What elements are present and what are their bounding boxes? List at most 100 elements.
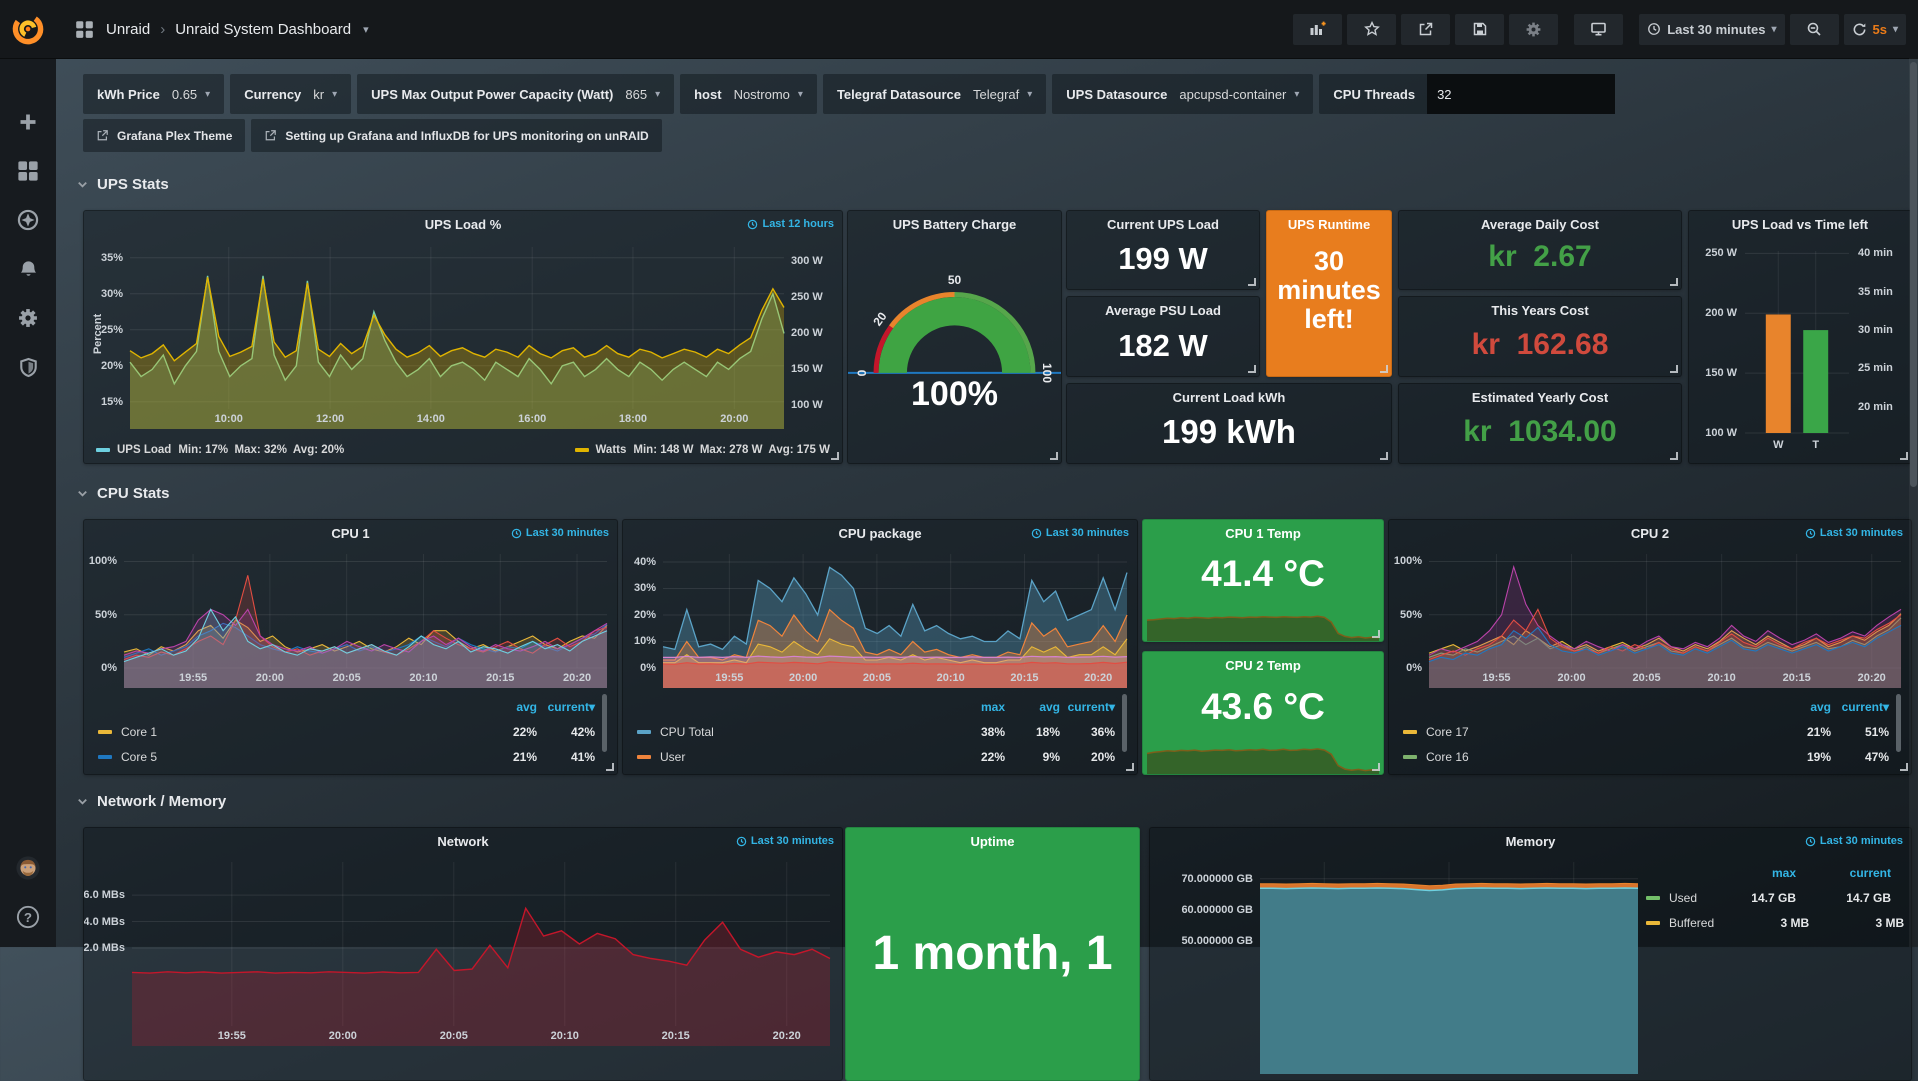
cpu1-chart[interactable]: 19:5520:0020:0520:1020:1520:200%50%100% [84,548,617,688]
memory-chart[interactable]: 50.000000 GB60.000000 GB70.000000 GB [1150,856,1646,1074]
server-admin-shield-icon[interactable] [16,355,40,379]
legend-row[interactable]: Core 521%41% [98,744,595,769]
legend-row[interactable]: Buffered3 MB3 MB [1646,910,1891,935]
legend-column-current[interactable]: current▾ [1060,700,1115,714]
panel-resize-handle[interactable] [1372,630,1380,638]
panel-title[interactable]: UPS Battery Charge [848,217,1061,232]
legend-column-avg[interactable]: avg [1005,700,1060,714]
panel-resize-handle[interactable] [1126,763,1134,771]
panel-title[interactable]: Estimated Yearly Cost [1399,390,1681,405]
panel-resize-handle[interactable] [1380,452,1388,460]
panel-title[interactable]: UPS Load % [84,217,842,232]
panel-title[interactable]: UPS Runtime [1267,217,1391,232]
panel-title[interactable]: Current UPS Load [1067,217,1259,232]
legend-row[interactable]: Core 1619%47% [1403,744,1889,769]
variable-telegraf-datasource[interactable]: Telegraf Datasource Telegraf▾ [823,74,1046,114]
explore-compass-icon[interactable] [16,208,40,232]
panel-resize-handle[interactable] [1380,365,1388,373]
legend-column-current[interactable]: current▾ [537,700,595,714]
zoom-out-time-button[interactable] [1790,14,1839,45]
panel-time-range[interactable]: Last 30 minutes [1031,527,1129,539]
dashboards-icon[interactable] [16,159,40,183]
panel-resize-handle[interactable] [606,763,614,771]
dashboard-settings-button[interactable] [1509,14,1558,45]
add-panel-button[interactable] [1293,14,1342,45]
network-chart[interactable]: 19:5520:0020:0520:1020:1520:202.0 MBs4.0… [84,856,842,1046]
breadcrumb-dashboard-title[interactable]: Unraid System Dashboard [175,21,351,38]
variable-ups-datasource[interactable]: UPS Datasource apcupsd-container▾ [1052,74,1313,114]
ups-load-chart[interactable]: 10:0012:0014:0016:0018:0020:0015%20%25%3… [84,239,842,429]
page-scrollbar-thumb[interactable] [1910,62,1917,487]
panel-resize-handle[interactable] [1248,278,1256,286]
legend-row[interactable]: Core 122%42% [98,719,595,744]
variable-currency[interactable]: Currency kr▾ [230,74,351,114]
legend-column-max[interactable]: max [1701,866,1796,880]
link-grafana-plex-theme[interactable]: Grafana Plex Theme [83,119,245,152]
cpu-package-chart[interactable]: 19:5520:0020:0520:1020:1520:200%10%20%30… [623,548,1137,688]
user-avatar[interactable] [16,856,40,880]
legend-row[interactable]: Core 1721%51% [1403,719,1889,744]
variable-kwh-price[interactable]: kWh Price 0.65▾ [83,74,224,114]
legend-row[interactable]: Used14.7 GB14.7 GB [1646,885,1891,910]
save-dashboard-button[interactable] [1455,14,1504,45]
cpu-threads-input[interactable] [1427,74,1615,114]
panel-resize-handle[interactable] [1050,452,1058,460]
legend-column-avg[interactable]: avg [1773,700,1831,714]
legend-item-ups-load[interactable]: UPS LoadMin: 17% Max: 32% Avg: 20% [96,444,344,456]
apps-grid-icon[interactable] [72,17,96,41]
panel-resize-handle[interactable] [1248,365,1256,373]
legend-scrollbar[interactable] [602,694,607,752]
legend-row[interactable]: User22%9%20% [637,744,1115,769]
panel-title[interactable]: Network [84,834,842,849]
ups-load-vs-time-chart[interactable]: 100 W150 W200 W250 W20 min25 min30 min35… [1689,241,1911,457]
help-icon[interactable]: ? [16,905,40,929]
alerting-bell-icon[interactable] [16,257,40,281]
legend-row[interactable]: CPU Total38%18%36% [637,719,1115,744]
tv-kiosk-mode-button[interactable] [1574,14,1623,45]
panel-time-range[interactable]: Last 12 hours [747,218,834,230]
share-dashboard-button[interactable] [1401,14,1450,45]
panel-time-range[interactable]: Last 30 minutes [511,527,609,539]
panel-title[interactable]: Uptime [846,834,1139,849]
panel-title[interactable]: Current Load kWh [1067,390,1391,405]
legend-column-current[interactable]: current [1796,866,1891,880]
panel-time-range[interactable]: Last 30 minutes [1805,835,1903,847]
refresh-button[interactable]: 5s ▾ [1844,14,1907,45]
variable-ups-max-output[interactable]: UPS Max Output Power Capacity (Watt) 865… [357,74,674,114]
dashboard-dropdown-caret-icon[interactable]: ▾ [363,23,369,36]
legend-column-current[interactable]: current▾ [1831,700,1889,714]
breadcrumb-section[interactable]: Unraid [106,21,150,38]
section-network-memory[interactable]: Network / Memory [76,793,226,810]
panel-title[interactable]: CPU 2 Temp [1143,658,1383,673]
panel-title[interactable]: Average Daily Cost [1399,217,1681,232]
cpu2-chart[interactable]: 19:5520:0020:0520:1020:1520:200%50%100% [1389,548,1911,688]
section-ups-stats[interactable]: UPS Stats [76,176,169,193]
battery-gauge[interactable]: 02050100100% [848,239,1061,455]
panel-resize-handle[interactable] [1900,763,1908,771]
grafana-logo-icon[interactable] [0,0,56,58]
panel-title[interactable]: Average PSU Load [1067,303,1259,318]
panel-resize-handle[interactable] [1372,763,1380,771]
panel-resize-handle[interactable] [831,452,839,460]
legend-item-watts[interactable]: WattsMin: 148 W Max: 278 W Avg: 175 W [575,444,831,456]
create-plus-icon[interactable] [16,110,40,134]
variable-host[interactable]: host Nostromo▾ [680,74,817,114]
section-cpu-stats[interactable]: CPU Stats [76,485,170,502]
panel-resize-handle[interactable] [1670,452,1678,460]
legend-scrollbar[interactable] [1896,694,1901,752]
legend-column-avg[interactable]: avg [479,700,537,714]
panel-resize-handle[interactable] [1670,278,1678,286]
panel-title[interactable]: This Years Cost [1399,303,1681,318]
panel-title[interactable]: Memory [1150,834,1911,849]
configuration-gear-icon[interactable] [16,306,40,330]
panel-resize-handle[interactable] [1900,452,1908,460]
panel-title[interactable]: CPU 1 Temp [1143,526,1383,541]
panel-time-range[interactable]: Last 30 minutes [1805,527,1903,539]
link-ups-monitoring-guide[interactable]: Setting up Grafana and InfluxDB for UPS … [251,119,661,152]
legend-scrollbar[interactable] [1122,694,1127,752]
panel-time-range[interactable]: Last 30 minutes [736,835,834,847]
legend-column-max[interactable]: max [950,700,1005,714]
panel-resize-handle[interactable] [1670,365,1678,373]
panel-title[interactable]: UPS Load vs Time left [1689,217,1911,232]
time-range-picker[interactable]: Last 30 minutes ▾ [1639,14,1784,45]
